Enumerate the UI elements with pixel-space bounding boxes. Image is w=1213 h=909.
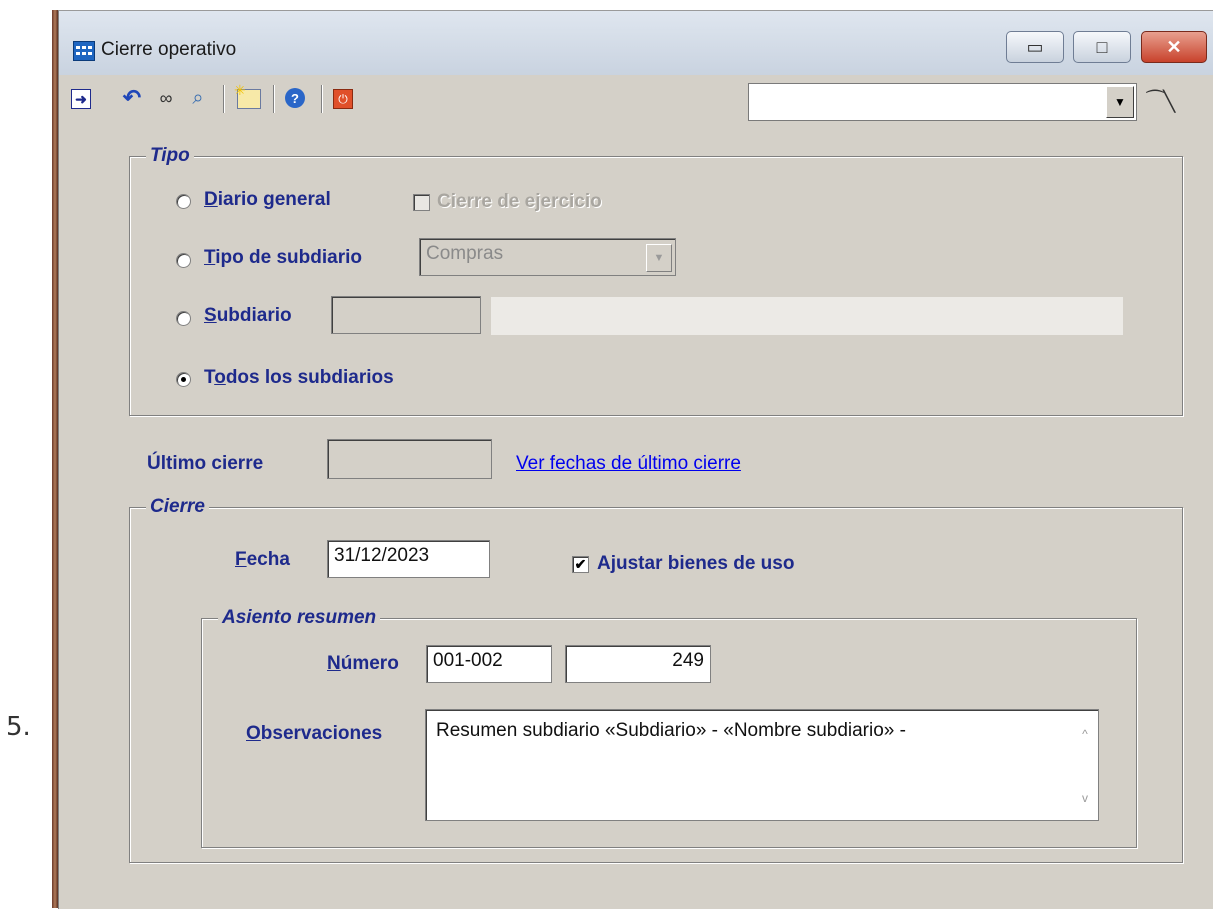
magnifier-icon[interactable]: ⌕ [187, 87, 209, 109]
todos-subdiarios-radio[interactable] [176, 372, 191, 387]
minimize-icon: ▭ [1026, 36, 1044, 57]
observaciones-scrollbar[interactable]: ^ v [1074, 712, 1096, 818]
list-number: 5. [6, 712, 31, 742]
power-icon[interactable]: ⏻ [333, 89, 353, 109]
cierre-ejercicio-checkbox[interactable] [413, 194, 430, 211]
ajustar-bienes-checkbox[interactable]: ✔ [572, 556, 589, 573]
binoculars-icon[interactable]: ∞ [155, 87, 177, 109]
wand-icon[interactable]: ⁀╲ [1147, 89, 1175, 114]
tipo-subdiario-label[interactable]: Tipo de subdiario [204, 247, 362, 269]
enter-icon[interactable]: ➜ [71, 89, 91, 109]
minimize-button[interactable]: ▭ [1006, 31, 1064, 63]
new-record-icon[interactable]: ✳ [234, 82, 261, 109]
numero-serie-input[interactable]: 001-002 [426, 645, 552, 683]
tipo-legend: Tipo [146, 145, 194, 167]
subdiario-label[interactable]: Subdiario [204, 305, 292, 327]
window-title: Cierre operativo [101, 39, 237, 60]
asiento-resumen-legend: Asiento resumen [218, 607, 381, 629]
chevron-down-icon[interactable]: ▼ [646, 244, 672, 272]
title-bar: Cierre operativo ▭ □ ✕ [59, 11, 1213, 75]
numero-label: Número [327, 653, 399, 674]
help-icon[interactable]: ? [285, 88, 305, 108]
tipo-subdiario-value: Compras [426, 243, 504, 264]
chevron-down-icon[interactable]: ▼ [1106, 86, 1134, 118]
toolbar-dropdown[interactable]: ▼ [748, 83, 1137, 121]
ultimo-cierre-label: Último cierre [147, 453, 264, 474]
fecha-input[interactable]: 31/12/2023 [327, 540, 490, 578]
close-icon: ✕ [1166, 36, 1182, 57]
chevron-down-icon[interactable]: v [1074, 788, 1096, 808]
dialog-window: Cierre operativo ▭ □ ✕ ➜ ↶ ∞ ⌕ ✳ ? ⏻ ▼ ⁀… [58, 10, 1213, 909]
fecha-label: Fecha [235, 549, 290, 570]
tipo-subdiario-radio[interactable] [176, 253, 191, 268]
diario-general-label[interactable]: Diario general [204, 189, 331, 211]
subdiario-radio[interactable] [176, 311, 191, 326]
cierre-legend: Cierre [146, 496, 209, 518]
maximize-icon: □ [1096, 36, 1108, 57]
subdiario-code-field[interactable] [331, 296, 481, 334]
numero-valor-input[interactable]: 249 [565, 645, 711, 683]
chevron-up-icon[interactable]: ^ [1074, 724, 1096, 744]
maximize-button[interactable]: □ [1073, 31, 1131, 63]
ultimo-cierre-field [327, 439, 492, 479]
observaciones-label: Observaciones [246, 723, 383, 744]
close-button[interactable]: ✕ [1141, 31, 1207, 63]
subdiario-name-field [491, 297, 1123, 335]
ajustar-bienes-label[interactable]: Ajustar bienes de uso [597, 553, 794, 575]
tipo-subdiario-select[interactable]: Compras ▼ [419, 238, 676, 276]
cierre-ejercicio-label: Cierre de ejercicio [437, 191, 602, 212]
diario-general-radio[interactable] [176, 194, 191, 209]
undo-icon[interactable]: ↶ [121, 85, 143, 110]
ver-fechas-link[interactable]: Ver fechas de último cierre [516, 453, 741, 475]
observaciones-textarea[interactable]: Resumen subdiario «Subdiario» - «Nombre … [425, 709, 1099, 821]
todos-subdiarios-label[interactable]: Todos los subdiarios [204, 367, 394, 389]
calendar-icon [73, 41, 95, 61]
